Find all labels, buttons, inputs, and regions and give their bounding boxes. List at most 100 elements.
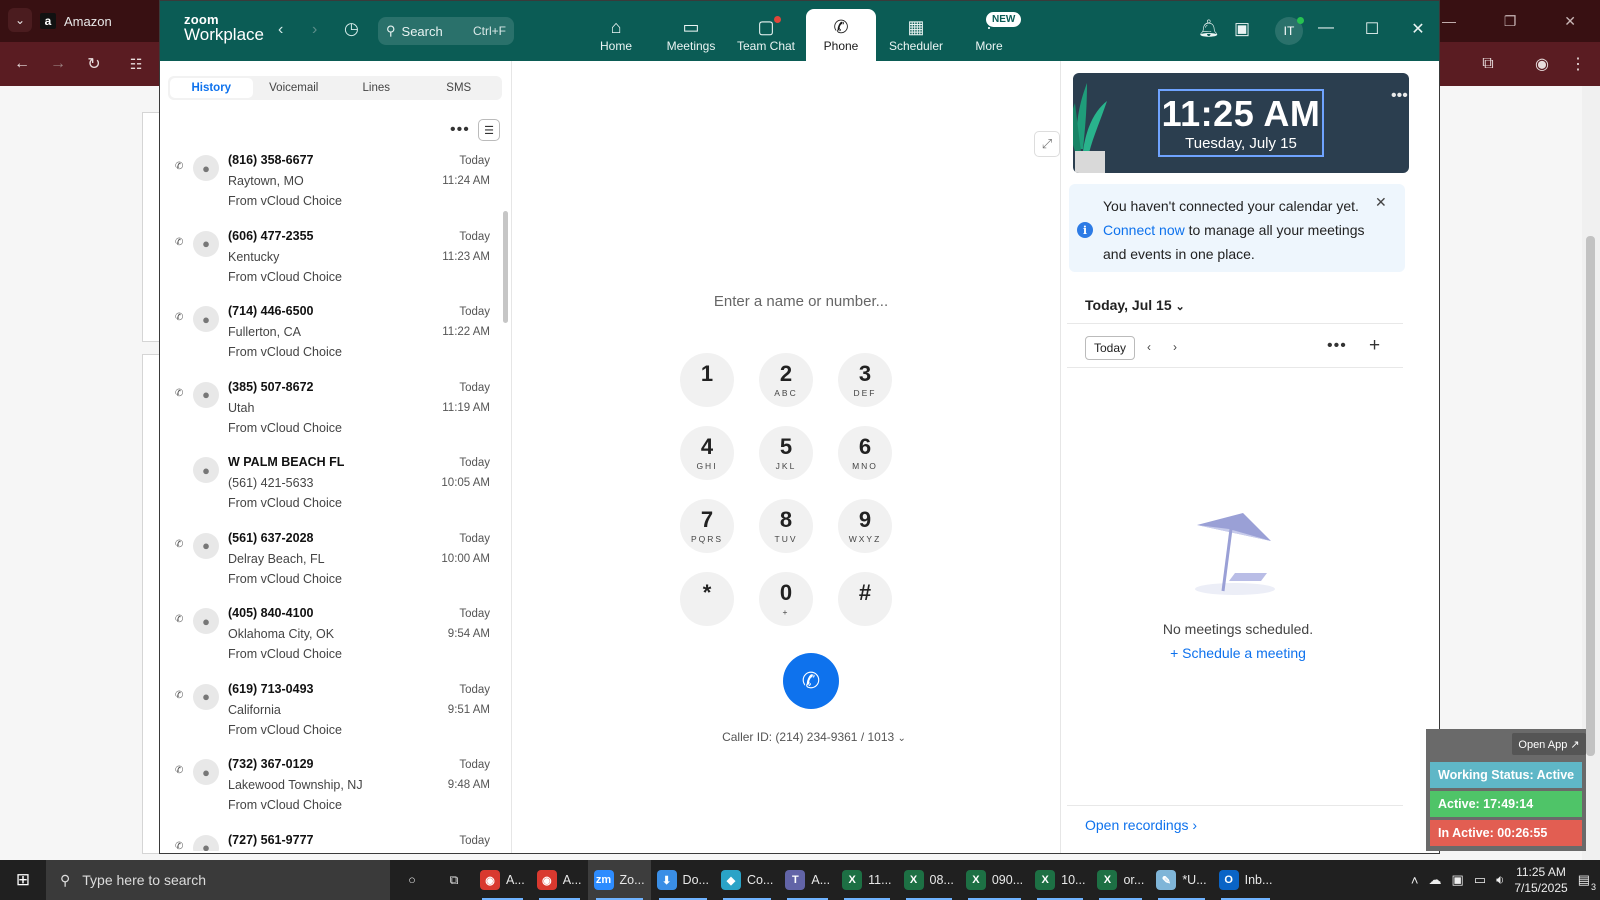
- onedrive-icon[interactable]: ☁: [1429, 872, 1442, 888]
- call-history-row[interactable]: ✆ ● (561) 637-2028 Delray Beach, FL From vCl…: [160, 529, 504, 603]
- avatar[interactable]: IT: [1275, 17, 1304, 45]
- call-button[interactable]: ✆: [783, 653, 839, 709]
- windows-start-icon[interactable]: ⊞: [0, 860, 46, 900]
- dialpad-key[interactable]: 2 ABC: [759, 353, 813, 407]
- back-icon[interactable]: ←: [8, 50, 36, 78]
- forward-icon[interactable]: →: [44, 50, 72, 78]
- taskbar-app[interactable]: ◉ A...: [474, 860, 531, 900]
- add-icon[interactable]: +: [1369, 335, 1380, 357]
- taskbar-app[interactable]: O Inb...: [1213, 860, 1279, 900]
- taskbar-app[interactable]: X 11...: [836, 860, 897, 900]
- notifications-icon[interactable]: 🔔︎: [1198, 19, 1220, 39]
- today-button[interactable]: Today: [1085, 336, 1135, 360]
- call-history-row[interactable]: ✆ ● (405) 840-4100 Oklahoma City, OK From vC…: [160, 604, 504, 678]
- more-options-icon[interactable]: •••: [1391, 87, 1408, 105]
- nav-home[interactable]: ⌂ Home: [581, 9, 651, 61]
- forward-arrow-icon[interactable]: ›: [312, 21, 317, 39]
- close-icon[interactable]: ✕: [1564, 13, 1576, 30]
- nav-phone[interactable]: ✆ Phone: [806, 9, 876, 61]
- tab-lines[interactable]: Lines: [335, 78, 418, 98]
- taskbar-app[interactable]: ◆ Co...: [715, 860, 779, 900]
- caller-id-selector[interactable]: Caller ID: (214) 234-9361 / 1013 ⌄: [684, 730, 944, 744]
- schedule-meeting-link[interactable]: + Schedule a meeting: [1131, 645, 1345, 661]
- search-icon: ⚲: [386, 23, 396, 38]
- cortana-icon[interactable]: ○: [390, 860, 434, 900]
- minimize-icon[interactable]: —: [1314, 19, 1338, 37]
- close-icon[interactable]: ✕: [1406, 19, 1430, 39]
- taskbar-app[interactable]: zm Zo...: [587, 860, 651, 900]
- taskbar-app[interactable]: ◉ A...: [531, 860, 588, 900]
- taskbar-app[interactable]: ✎ *U...: [1150, 860, 1212, 900]
- nav-meetings[interactable]: ▭ Meetings: [656, 9, 726, 61]
- tab-sms[interactable]: SMS: [418, 78, 501, 98]
- show-hidden-icons-icon[interactable]: ˄: [1411, 873, 1419, 888]
- filter-icon[interactable]: ☰: [478, 119, 500, 141]
- notifications-icon[interactable]: ▤ 3: [1578, 872, 1596, 892]
- call-history-row[interactable]: ✆ ● (619) 713-0493 California From vCloud Ch…: [160, 680, 504, 754]
- call-history-row[interactable]: ✆ ● (727) 561-9777 Today: [160, 831, 504, 851]
- video-icon: ▭: [682, 17, 700, 37]
- recent-history-icon[interactable]: ◷: [344, 19, 359, 39]
- close-icon[interactable]: ✕: [1375, 194, 1387, 211]
- dialpad-key[interactable]: #: [838, 572, 892, 626]
- scrollbar-thumb[interactable]: [1586, 236, 1595, 756]
- taskbar-app[interactable]: T A...: [779, 860, 836, 900]
- taskbar-app[interactable]: X 090...: [960, 860, 1029, 900]
- network-icon[interactable]: ▭: [1474, 872, 1486, 888]
- volume-icon[interactable]: 🔉︎: [1496, 872, 1504, 888]
- dialpad-key[interactable]: 4 GHI: [680, 426, 734, 480]
- profile-icon[interactable]: ◉: [1528, 50, 1556, 78]
- taskbar-app[interactable]: Xor...: [1091, 860, 1150, 900]
- extensions-icon[interactable]: ⧉: [1474, 50, 1502, 78]
- dial-input[interactable]: Enter a name or number...: [696, 293, 906, 310]
- task-view-icon[interactable]: ⧉: [434, 860, 474, 900]
- dialpad-key[interactable]: 8 TUV: [759, 499, 813, 553]
- open-app-button[interactable]: Open App ↗: [1512, 733, 1586, 755]
- dialpad-key[interactable]: 3 DEF: [838, 353, 892, 407]
- nav-scheduler[interactable]: ▦ Scheduler: [881, 9, 951, 61]
- global-search[interactable]: ⚲ Search Ctrl+F: [378, 17, 514, 45]
- dialpad-key[interactable]: 1: [680, 353, 734, 407]
- reload-icon[interactable]: ↻: [80, 50, 108, 78]
- taskbar-app[interactable]: ⬇ Do...: [651, 860, 715, 900]
- call-history-row[interactable]: ✆ ● (385) 507-8672 Utah From vCloud Choice To…: [160, 378, 504, 452]
- taskbar-search[interactable]: ⚲ Type here to search: [46, 860, 390, 900]
- dialpad-key[interactable]: 6 MNO: [838, 426, 892, 480]
- maximize-icon[interactable]: ☐: [1360, 19, 1384, 39]
- minimize-icon[interactable]: —: [1442, 13, 1456, 29]
- tab-voicemail[interactable]: Voicemail: [253, 78, 336, 98]
- open-recordings-link[interactable]: Open recordings ›: [1085, 817, 1197, 833]
- chevron-right-icon[interactable]: ›: [1173, 340, 1177, 354]
- taskbar-app[interactable]: X 08...: [898, 860, 960, 900]
- dialpad-key[interactable]: *: [680, 572, 734, 626]
- security-icon[interactable]: ▣: [1452, 872, 1464, 888]
- nav-team-chat[interactable]: ▢ Team Chat: [731, 9, 801, 61]
- call-history-row[interactable]: ✆ ● (606) 477-2355 Kentucky From vCloud Choi…: [160, 227, 504, 301]
- taskbar-clock[interactable]: 11:25 AM 7/15/2025: [1514, 864, 1567, 896]
- more-options-icon[interactable]: •••: [1327, 337, 1347, 355]
- list-scrollbar-thumb[interactable]: [503, 211, 508, 323]
- restore-icon[interactable]: ❐: [1504, 13, 1517, 30]
- call-history-row[interactable]: ✆ ● (732) 367-0129 Lakewood Township, NJ Fro…: [160, 755, 504, 829]
- tab-search-button[interactable]: ⌄: [8, 8, 32, 32]
- browser-menu-icon[interactable]: ⋮: [1564, 50, 1592, 78]
- dialpad-key[interactable]: 9 WXYZ: [838, 499, 892, 553]
- chevron-left-icon[interactable]: ‹: [1147, 340, 1151, 354]
- call-history-row[interactable]: ✆ ● (714) 446-6500 Fullerton, CA From vCloud…: [160, 302, 504, 376]
- connect-now-link[interactable]: Connect now: [1103, 222, 1185, 238]
- dialpad-key[interactable]: 5 JKL: [759, 426, 813, 480]
- day-selector[interactable]: Today, Jul 15 ⌄: [1085, 297, 1185, 313]
- dialpad-key[interactable]: 0 +: [759, 572, 813, 626]
- gift-icon[interactable]: ▣: [1234, 19, 1250, 39]
- call-history-row[interactable]: ✆ ● (816) 358-6677 Raytown, MO From vCloud C…: [160, 151, 504, 225]
- more-options-icon[interactable]: •••: [450, 121, 470, 139]
- call-history-row[interactable]: ● W PALM BEACH FL (561) 421-5633 From vClou…: [160, 453, 504, 527]
- site-info-icon[interactable]: ☷: [122, 50, 150, 78]
- browser-tab[interactable]: a Amazon: [40, 6, 160, 36]
- taskbar-app[interactable]: X 10...: [1029, 860, 1091, 900]
- dialpad-key[interactable]: 7 PQRS: [680, 499, 734, 553]
- back-arrow-icon[interactable]: ‹: [278, 21, 283, 39]
- expand-icon[interactable]: ⤢: [1034, 131, 1060, 157]
- nav-label: Team Chat: [736, 39, 796, 53]
- tab-history[interactable]: History: [170, 78, 253, 98]
